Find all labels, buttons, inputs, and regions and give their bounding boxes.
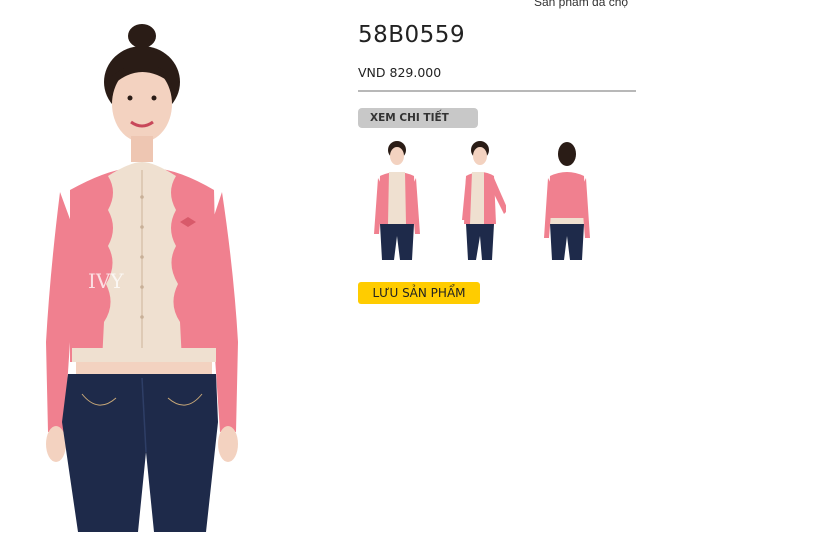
thumbnail-back[interactable] bbox=[542, 140, 592, 262]
divider bbox=[358, 90, 636, 92]
product-price: VND 829.000 bbox=[358, 65, 442, 80]
viewed-products-link[interactable]: Sản phẩm đã chọ bbox=[534, 0, 628, 9]
thumbnail-front[interactable] bbox=[372, 140, 422, 262]
main-product-image: IVY bbox=[46, 24, 238, 532]
thumbnail-side[interactable] bbox=[456, 140, 506, 262]
view-details-button[interactable]: XEM CHI TIẾT bbox=[358, 108, 478, 128]
product-code: 58B0559 bbox=[358, 22, 466, 48]
svg-text:IVY: IVY bbox=[88, 269, 124, 293]
save-product-button[interactable]: LƯU SẢN PHẨM bbox=[358, 282, 480, 304]
